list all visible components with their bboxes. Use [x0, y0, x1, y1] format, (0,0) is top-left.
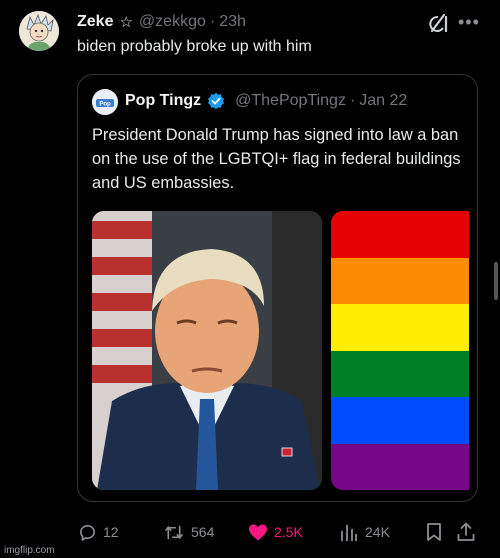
- share-icon: [457, 522, 475, 541]
- verified-badge-icon: [207, 92, 225, 110]
- reply-count: 12: [103, 524, 119, 540]
- quoted-header: Pop Tingz @ThePopTingz · Jan 22: [125, 92, 407, 110]
- like-count: 2.5K: [274, 524, 303, 540]
- more-options-icon[interactable]: •••: [458, 13, 480, 31]
- flag-stripe: [331, 211, 469, 258]
- tweet-header: Zeke ☆ @zekkgo · 23h: [77, 12, 246, 32]
- quoted-author-handle[interactable]: @ThePopTingz: [235, 92, 346, 110]
- separator-dot: ·: [209, 13, 216, 30]
- svg-text:Pop: Pop: [99, 102, 111, 108]
- reply-button[interactable]: 12: [78, 520, 119, 544]
- tweet-time[interactable]: 23h: [219, 13, 246, 31]
- repost-icon: [164, 525, 184, 539]
- watermark: imgflip.com: [4, 545, 55, 556]
- action-bar: 12 564 2.5K 24K: [0, 520, 500, 544]
- bookmark-icon: [427, 523, 441, 541]
- views-count: 24K: [365, 524, 390, 540]
- flag-stripe: [331, 443, 469, 490]
- bookmark-button[interactable]: [425, 520, 449, 544]
- reply-icon: [80, 524, 95, 541]
- flag-stripe: [331, 304, 469, 351]
- grok-icon[interactable]: [428, 12, 450, 34]
- quoted-image-portrait[interactable]: [92, 211, 322, 490]
- quoted-date[interactable]: Jan 22: [359, 92, 407, 110]
- quoted-image-pride-flag[interactable]: [331, 211, 469, 490]
- repost-button[interactable]: 564: [163, 520, 214, 544]
- flag-stripe: [331, 397, 469, 444]
- repost-count: 564: [191, 524, 215, 540]
- pride-flag-stripes: [331, 211, 469, 490]
- quoted-author-avatar[interactable]: Pop: [92, 89, 118, 115]
- quoted-author-name[interactable]: Pop Tingz: [125, 92, 201, 110]
- scrollbar[interactable]: [494, 262, 498, 300]
- quoted-tweet[interactable]: Pop Pop Tingz @ThePopTingz · Jan 22 Pres…: [77, 74, 478, 502]
- flag-stripe: [331, 350, 469, 397]
- author-avatar[interactable]: [19, 11, 59, 51]
- views-button[interactable]: 24K: [339, 520, 390, 544]
- heart-icon: [249, 524, 267, 540]
- tweet-text: biden probably broke up with him: [77, 38, 312, 55]
- flag-stripe: [331, 257, 469, 304]
- views-icon: [341, 524, 357, 541]
- share-button[interactable]: [456, 520, 482, 544]
- quoted-separator-dot: ·: [349, 92, 356, 109]
- author-handle[interactable]: @zekkgo: [139, 13, 206, 31]
- author-name[interactable]: Zeke: [77, 13, 113, 31]
- star-icon: ☆: [119, 14, 133, 31]
- quoted-text: President Donald Trump has signed into l…: [92, 126, 461, 192]
- like-button[interactable]: 2.5K: [248, 520, 303, 544]
